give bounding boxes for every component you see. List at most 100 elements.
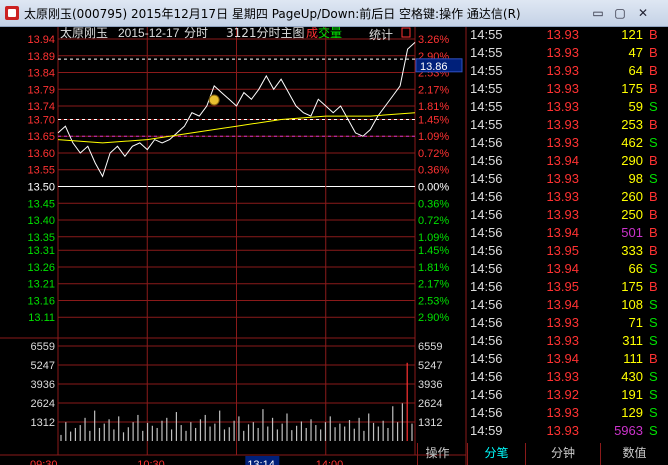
tick-row[interactable]: 14:56 13.93 311 S — [467, 333, 668, 351]
tab-ticks[interactable]: 分笔 — [467, 443, 525, 465]
tick-volume: 71 — [628, 315, 643, 330]
tick-direction: S — [649, 387, 658, 402]
tick-direction: B — [649, 351, 658, 366]
tick-volume: 108 — [621, 297, 643, 312]
tick-direction: S — [649, 99, 658, 114]
tick-time: 14:56 — [470, 135, 503, 150]
price-tick-label: 13.40 — [27, 215, 55, 227]
tick-row[interactable]: 14:56 13.94 66 S — [467, 261, 668, 279]
tick-row[interactable]: 14:59 13.93 5963 S — [467, 423, 668, 441]
volume-tick-label: 3936 — [31, 379, 55, 391]
tick-row[interactable]: 14:56 13.93 98 S — [467, 171, 668, 189]
volume-tick-label: 2624 — [31, 398, 55, 410]
tick-direction: S — [649, 171, 658, 186]
price-tick-label: 13.94 — [27, 34, 55, 46]
pct-tick-label: 1.45% — [418, 245, 449, 257]
tick-row[interactable]: 14:56 13.94 108 S — [467, 297, 668, 315]
tick-direction: S — [649, 405, 658, 420]
tick-volume: 191 — [621, 387, 643, 402]
tick-row[interactable]: 14:56 13.93 462 S — [467, 135, 668, 153]
price-tick-label: 13.45 — [27, 198, 55, 210]
stats-button[interactable]: 统计 — [369, 28, 393, 42]
chart-code: 3121分时主图 — [226, 27, 305, 40]
price-tick-label: 13.60 — [27, 148, 55, 160]
tick-price: 13.93 — [546, 189, 579, 204]
tick-price: 13.95 — [546, 279, 579, 294]
price-tick-label: 13.55 — [27, 165, 55, 177]
tick-volume: 253 — [621, 117, 643, 132]
tick-price: 13.93 — [546, 27, 579, 42]
tick-direction: S — [649, 297, 658, 312]
tick-price: 13.93 — [546, 135, 579, 150]
volume-tick-label-right: 3936 — [418, 379, 442, 391]
tick-volume: 121 — [621, 27, 643, 42]
tick-row[interactable]: 14:56 13.94 290 B — [467, 153, 668, 171]
volume-tick-label-right: 5247 — [418, 360, 442, 372]
minimize-icon[interactable]: ▭ — [589, 5, 607, 21]
tick-row[interactable]: 14:55 13.93 59 S — [467, 99, 668, 117]
tick-row[interactable]: 14:56 13.94 501 B — [467, 225, 668, 243]
tab-operate[interactable]: 操作 — [417, 443, 457, 465]
volume-tick-label-right: 1312 — [418, 417, 442, 429]
tick-time: 14:56 — [470, 315, 503, 330]
tick-volume: 129 — [621, 405, 643, 420]
tick-direction: B — [649, 117, 658, 132]
tick-row[interactable]: 14:55 13.93 64 B — [467, 63, 668, 81]
volume-tick-label: 5247 — [31, 360, 55, 372]
tick-row[interactable]: 14:56 13.93 129 S — [467, 405, 668, 423]
price-tick-label: 13.79 — [27, 84, 55, 96]
tab-values[interactable]: 数值 — [600, 443, 668, 465]
tick-volume: 311 — [622, 333, 643, 348]
close-icon[interactable]: ✕ — [634, 5, 652, 21]
price-tick-label: 13.31 — [27, 245, 55, 257]
pct-tick-label: 0.72% — [418, 148, 449, 160]
maximize-icon[interactable]: ▢ — [611, 5, 629, 21]
tick-direction: S — [649, 423, 658, 438]
pct-tick-label: 2.90% — [418, 312, 449, 324]
tick-price: 13.93 — [546, 207, 579, 222]
tick-time: 14:55 — [470, 81, 503, 96]
tick-direction: S — [649, 261, 658, 276]
tick-row[interactable]: 14:56 13.93 71 S — [467, 315, 668, 333]
tick-row[interactable]: 14:56 13.95 333 B — [467, 243, 668, 261]
price-tick-label: 13.26 — [27, 262, 55, 274]
time-tick-label: 13:14 — [247, 459, 275, 465]
tick-price: 13.94 — [546, 261, 579, 276]
tick-time: 14:56 — [470, 153, 503, 168]
tick-time: 14:55 — [470, 63, 503, 78]
stats-toggle-icon[interactable] — [401, 27, 411, 38]
current-price-value: 13.86 — [420, 61, 448, 73]
tab-minutes[interactable]: 分钟 — [525, 443, 600, 465]
tick-price: 13.93 — [546, 63, 579, 78]
time-tick-label: 10:30 — [137, 459, 165, 465]
tick-time: 14:55 — [470, 27, 503, 42]
tick-row[interactable]: 14:55 13.93 253 B — [467, 117, 668, 135]
pct-tick-label: 2.17% — [418, 84, 449, 96]
tick-row[interactable]: 14:55 13.93 47 B — [467, 45, 668, 63]
tick-row[interactable]: 14:56 13.93 260 B — [467, 189, 668, 207]
tick-time: 14:55 — [470, 117, 503, 132]
event-marker-icon[interactable] — [208, 94, 220, 106]
tick-volume: 98 — [628, 171, 643, 186]
tick-row[interactable]: 14:56 13.95 175 B — [467, 279, 668, 297]
tick-row[interactable]: 14:56 13.93 430 S — [467, 369, 668, 387]
tick-row[interactable]: 14:56 13.92 191 S — [467, 387, 668, 405]
tick-price: 13.93 — [546, 315, 579, 330]
tick-row[interactable]: 14:55 13.93 121 B — [467, 27, 668, 45]
tick-price: 13.94 — [546, 297, 579, 312]
pct-tick-label: 0.00% — [418, 182, 449, 194]
pct-tick-label: 1.81% — [418, 262, 449, 274]
price-tick-label: 13.74 — [27, 101, 55, 113]
tick-list[interactable]: 14:55 13.93 121 B 14:55 13.93 47 B 14:55 13.93 64 B… — [467, 27, 668, 443]
tick-direction: S — [649, 333, 658, 348]
tick-row[interactable]: 14:55 13.93 175 B — [467, 81, 668, 99]
tick-price: 13.92 — [546, 387, 579, 402]
tick-volume: 333 — [621, 243, 643, 258]
legend-volume-a: 成 — [306, 27, 318, 40]
tick-price: 13.93 — [546, 333, 579, 348]
tick-time: 14:56 — [470, 171, 503, 186]
tick-row[interactable]: 14:56 13.94 111 B — [467, 351, 668, 369]
pct-tick-label: 0.72% — [418, 215, 449, 227]
tick-row[interactable]: 14:56 13.93 250 B — [467, 207, 668, 225]
tick-time: 14:56 — [470, 261, 503, 276]
